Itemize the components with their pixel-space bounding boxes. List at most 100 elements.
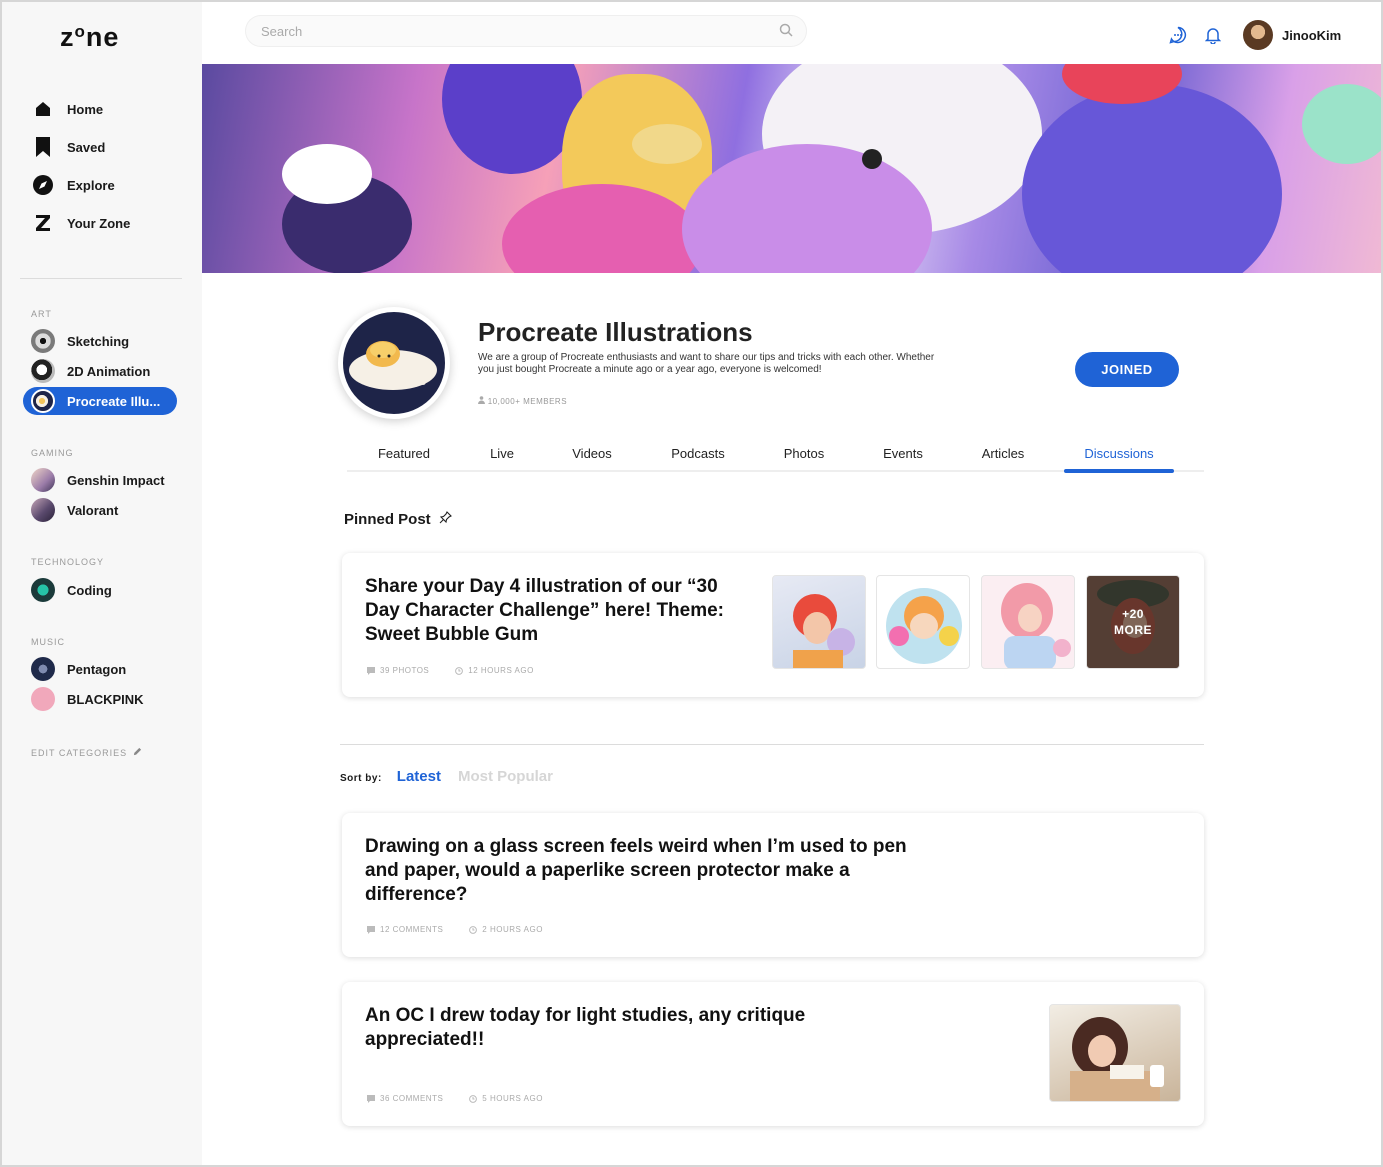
sort-label: Sort by:	[340, 773, 382, 784]
pinned-photo-2[interactable]	[876, 575, 970, 669]
2d-animation-avatar	[31, 359, 55, 383]
sidebar-item-2d-animation[interactable]: 2D Animation	[23, 357, 177, 385]
user-name: JinooKim	[1282, 27, 1342, 43]
person-icon	[478, 396, 488, 406]
tab-featured[interactable]: Featured	[378, 446, 430, 461]
tab-live[interactable]: Live	[490, 446, 514, 461]
sidebar-item-procreate-illustrations[interactable]: Procreate Illu...	[23, 387, 177, 415]
nav-item-explore[interactable]: Explore	[32, 166, 130, 204]
photos-count-label: 39 PHOTOS	[380, 666, 430, 675]
post-meta: 36 COMMENTS 5 HOURS AGO	[367, 1094, 543, 1103]
group-members: 10,000+ MEMBERS	[478, 396, 567, 406]
sort-controls: Sort by: Latest Most Popular	[340, 768, 570, 785]
sidebar-item-blackpink[interactable]: BLACKPINK	[23, 685, 177, 713]
group-title: Procreate Illustrations	[478, 317, 753, 347]
post-title: Drawing on a glass screen feels weird wh…	[365, 836, 907, 905]
genshin-avatar	[31, 468, 55, 492]
post-image[interactable]	[1049, 1004, 1181, 1102]
group-avatar	[338, 307, 450, 419]
photos-count: 39 PHOTOS	[367, 666, 429, 675]
nav-item-your-zone[interactable]: Your Zone	[32, 204, 130, 242]
nav-label-explore: Explore	[67, 177, 115, 193]
comments-count-label: 36 COMMENTS	[380, 1094, 444, 1103]
joined-button[interactable]: JOINED	[1075, 352, 1179, 387]
comment-icon	[367, 1094, 375, 1103]
nav-label-home: Home	[67, 101, 104, 117]
post-card[interactable]: Drawing on a glass screen feels weird wh…	[342, 813, 1204, 957]
home-icon	[32, 98, 54, 120]
sidebar-divider	[20, 278, 182, 279]
sidebar-item-pentagon[interactable]: Pentagon	[23, 655, 177, 683]
nav-item-saved[interactable]: Saved	[32, 128, 130, 166]
group-tabs: Featured Live Videos Podcasts Photos Eve…	[347, 440, 1204, 472]
pinned-photo-more[interactable]: +20 MORE	[1086, 575, 1180, 669]
post-time: 5 HOURS AGO	[469, 1094, 543, 1103]
bell-icon[interactable]	[1204, 26, 1222, 49]
sketching-avatar	[31, 329, 55, 353]
sidebar-item-label: 2D Animation	[67, 363, 151, 379]
comments-count-label: 12 COMMENTS	[380, 925, 444, 934]
procreate-avatar	[31, 389, 55, 413]
sidebar-item-genshin-impact[interactable]: Genshin Impact	[23, 466, 177, 494]
user-menu[interactable]: JinooKim	[1243, 20, 1341, 50]
tab-photos[interactable]: Photos	[784, 446, 824, 461]
valorant-avatar	[31, 498, 55, 522]
main-nav: Home Saved Explore Your Zone	[32, 90, 130, 242]
sidebar-item-label: Genshin Impact	[67, 472, 165, 488]
nav-label-saved: Saved	[67, 139, 106, 155]
sidebar-item-label: Pentagon	[67, 661, 127, 677]
comment-icon	[367, 666, 375, 675]
tab-events[interactable]: Events	[883, 446, 923, 461]
section-divider	[340, 744, 1204, 745]
sidebar-item-valorant[interactable]: Valorant	[23, 496, 177, 524]
sort-latest-option[interactable]: Latest	[397, 768, 441, 785]
sidebar-item-sketching[interactable]: Sketching	[23, 327, 177, 355]
pinned-photo-1[interactable]	[772, 575, 866, 669]
group-banner-image	[202, 64, 1381, 273]
post-time: 2 HOURS AGO	[469, 925, 543, 934]
post-time-label: 2 HOURS AGO	[482, 925, 543, 934]
pentagon-avatar	[31, 657, 55, 681]
sidebar-item-label: Procreate Illu...	[67, 393, 161, 409]
post-time-label: 12 HOURS AGO	[468, 666, 534, 675]
comments-count: 36 COMMENTS	[367, 1094, 443, 1103]
search-icon[interactable]	[779, 23, 793, 42]
pinned-post-card[interactable]: Share your Day 4 illustration of our “30…	[342, 553, 1204, 697]
nav-label-your-zone: Your Zone	[67, 215, 131, 231]
sidebar-item-label: BLACKPINK	[67, 691, 144, 707]
comments-count: 12 COMMENTS	[367, 925, 443, 934]
pencil-icon	[133, 747, 142, 758]
tab-discussions[interactable]: Discussions	[1084, 446, 1153, 461]
sort-popular-option[interactable]: Most Popular	[458, 768, 553, 785]
zone-icon	[32, 212, 54, 234]
bookmark-icon	[32, 136, 54, 158]
clock-icon	[455, 666, 464, 675]
post-meta: 12 COMMENTS 2 HOURS AGO	[367, 925, 543, 934]
group-description: We are a group of Procreate enthusiasts …	[478, 352, 935, 375]
pinned-heading-label: Pinned Post	[344, 511, 431, 528]
nav-item-home[interactable]: Home	[32, 90, 130, 128]
top-icons	[1169, 26, 1222, 49]
sidebar: zone Home Saved Explore Your Zone ART Sk…	[2, 2, 202, 1165]
post-card[interactable]: An OC I drew today for light studies, an…	[342, 982, 1204, 1126]
sidebar-item-label: Coding	[67, 582, 112, 598]
edit-categories-link[interactable]: EDIT CATEGORIES	[31, 747, 142, 758]
members-count: 10,000+ MEMBERS	[487, 397, 568, 406]
sidebar-item-coding[interactable]: Coding	[23, 576, 177, 604]
tab-videos[interactable]: Videos	[572, 446, 612, 461]
category-label-technology: TECHNOLOGY	[31, 557, 105, 567]
app-logo[interactable]: zone	[60, 22, 119, 53]
chat-icon[interactable]	[1169, 26, 1187, 49]
edit-categories-label: EDIT CATEGORIES	[31, 747, 128, 758]
search-input[interactable]	[261, 21, 761, 41]
clock-icon	[469, 1094, 478, 1103]
user-avatar	[1243, 20, 1273, 50]
category-label-music: MUSIC	[31, 637, 65, 647]
pinned-heading: Pinned Post	[344, 511, 452, 528]
pinned-photo-3[interactable]	[981, 575, 1075, 669]
tab-podcasts[interactable]: Podcasts	[671, 446, 724, 461]
category-label-gaming: GAMING	[31, 448, 74, 458]
post-meta: 39 PHOTOS 12 HOURS AGO	[367, 666, 534, 675]
tab-articles[interactable]: Articles	[982, 446, 1025, 461]
more-photos-label: +20 MORE	[1114, 607, 1152, 637]
